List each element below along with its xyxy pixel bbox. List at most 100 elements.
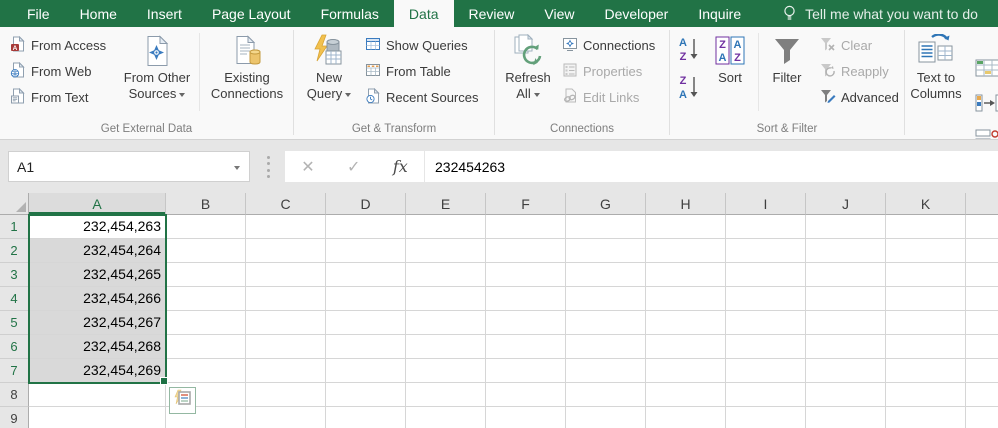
- enter-icon[interactable]: ✓: [347, 157, 360, 177]
- cell-A8[interactable]: [29, 383, 166, 407]
- column-header-D[interactable]: D: [326, 193, 406, 215]
- tell-me-box[interactable]: Tell me what you want to do: [782, 0, 978, 27]
- column-header-H[interactable]: H: [646, 193, 726, 215]
- cell-H4[interactable]: [646, 287, 726, 311]
- formula-input[interactable]: 232454263: [425, 151, 998, 182]
- sort-ascending-button[interactable]: AZ: [674, 33, 704, 65]
- column-header-E[interactable]: E: [406, 193, 486, 215]
- sort-button[interactable]: ZAAZ Sort: [704, 27, 756, 86]
- reapply-filter-button[interactable]: Reapply: [815, 58, 904, 84]
- cell-K3[interactable]: [886, 263, 966, 287]
- row-header-2[interactable]: 2: [0, 239, 29, 263]
- cell-D2[interactable]: [326, 239, 406, 263]
- cell-H7[interactable]: [646, 359, 726, 383]
- row-header-9[interactable]: 9: [0, 407, 29, 428]
- cell-J5[interactable]: [806, 311, 886, 335]
- name-box[interactable]: A1: [8, 151, 250, 182]
- cell-K7[interactable]: [886, 359, 966, 383]
- cell-H3[interactable]: [646, 263, 726, 287]
- row-header-1[interactable]: 1: [0, 215, 29, 239]
- cell-F2[interactable]: [486, 239, 566, 263]
- cell-D9[interactable]: [326, 407, 406, 428]
- cell-C8[interactable]: [246, 383, 326, 407]
- cell-I6[interactable]: [726, 335, 806, 359]
- cell-F9[interactable]: [486, 407, 566, 428]
- from-access-button[interactable]: A From Access: [5, 32, 117, 58]
- filter-button[interactable]: Filter: [761, 27, 813, 86]
- clear-filter-button[interactable]: Clear: [815, 32, 904, 58]
- cell-A3[interactable]: 232,454,265: [29, 263, 166, 287]
- cell-A9[interactable]: [29, 407, 166, 428]
- cell-partial-2[interactable]: [966, 239, 998, 263]
- cell-E6[interactable]: [406, 335, 486, 359]
- cell-C5[interactable]: [246, 311, 326, 335]
- cell-G2[interactable]: [566, 239, 646, 263]
- auto-fill-options-button[interactable]: [169, 387, 196, 414]
- column-header-B[interactable]: B: [166, 193, 246, 215]
- cell-H9[interactable]: [646, 407, 726, 428]
- cell-G5[interactable]: [566, 311, 646, 335]
- column-header-I[interactable]: I: [726, 193, 806, 215]
- cell-D6[interactable]: [326, 335, 406, 359]
- column-header-C[interactable]: C: [246, 193, 326, 215]
- column-header-partial[interactable]: [966, 193, 998, 215]
- cell-I3[interactable]: [726, 263, 806, 287]
- cell-H1[interactable]: [646, 215, 726, 239]
- from-table-button[interactable]: From Table: [360, 58, 484, 84]
- cell-I1[interactable]: [726, 215, 806, 239]
- column-header-A[interactable]: A: [29, 193, 166, 215]
- cell-C3[interactable]: [246, 263, 326, 287]
- column-header-F[interactable]: F: [486, 193, 566, 215]
- cell-E8[interactable]: [406, 383, 486, 407]
- cell-C6[interactable]: [246, 335, 326, 359]
- cell-A4[interactable]: 232,454,266: [29, 287, 166, 311]
- cell-D7[interactable]: [326, 359, 406, 383]
- cell-K1[interactable]: [886, 215, 966, 239]
- row-header-8[interactable]: 8: [0, 383, 29, 407]
- sort-descending-button[interactable]: ZA: [674, 71, 704, 103]
- cell-A6[interactable]: 232,454,268: [29, 335, 166, 359]
- cell-F8[interactable]: [486, 383, 566, 407]
- cell-K5[interactable]: [886, 311, 966, 335]
- cell-G6[interactable]: [566, 335, 646, 359]
- cell-F3[interactable]: [486, 263, 566, 287]
- cell-K8[interactable]: [886, 383, 966, 407]
- cell-A5[interactable]: 232,454,267: [29, 311, 166, 335]
- cell-partial-8[interactable]: [966, 383, 998, 407]
- cell-K2[interactable]: [886, 239, 966, 263]
- flash-fill-icon[interactable]: [975, 59, 998, 82]
- cell-partial-6[interactable]: [966, 335, 998, 359]
- cell-partial-7[interactable]: [966, 359, 998, 383]
- cell-D1[interactable]: [326, 215, 406, 239]
- cell-I8[interactable]: [726, 383, 806, 407]
- cell-H2[interactable]: [646, 239, 726, 263]
- cell-H8[interactable]: [646, 383, 726, 407]
- cell-D5[interactable]: [326, 311, 406, 335]
- cell-E2[interactable]: [406, 239, 486, 263]
- cell-H6[interactable]: [646, 335, 726, 359]
- cell-G9[interactable]: [566, 407, 646, 428]
- column-header-G[interactable]: G: [566, 193, 646, 215]
- cell-J4[interactable]: [806, 287, 886, 311]
- formula-bar-resize-handle[interactable]: [264, 154, 272, 180]
- tab-review[interactable]: Review: [454, 0, 530, 27]
- cell-I5[interactable]: [726, 311, 806, 335]
- cell-K9[interactable]: [886, 407, 966, 428]
- cell-partial-4[interactable]: [966, 287, 998, 311]
- cell-C4[interactable]: [246, 287, 326, 311]
- cell-partial-5[interactable]: [966, 311, 998, 335]
- cell-G3[interactable]: [566, 263, 646, 287]
- cell-G8[interactable]: [566, 383, 646, 407]
- cell-C7[interactable]: [246, 359, 326, 383]
- existing-connections-button[interactable]: Existing Connections: [202, 27, 292, 102]
- cell-D4[interactable]: [326, 287, 406, 311]
- cell-F5[interactable]: [486, 311, 566, 335]
- cell-F7[interactable]: [486, 359, 566, 383]
- cell-D3[interactable]: [326, 263, 406, 287]
- recent-sources-button[interactable]: Recent Sources: [360, 84, 484, 110]
- refresh-all-button[interactable]: Refresh All: [499, 27, 557, 102]
- cell-E5[interactable]: [406, 311, 486, 335]
- properties-button[interactable]: Properties: [557, 58, 660, 84]
- connections-button[interactable]: Connections: [557, 32, 660, 58]
- cell-J8[interactable]: [806, 383, 886, 407]
